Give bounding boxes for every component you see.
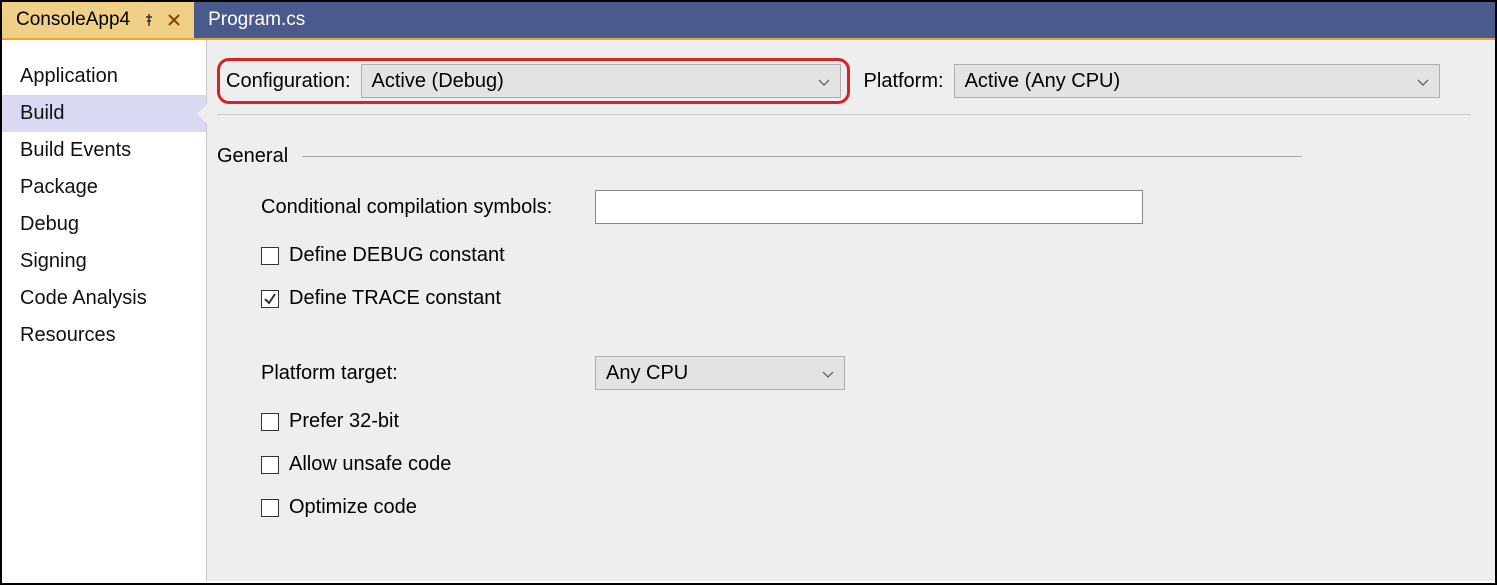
sidebar-item-label: Code Analysis xyxy=(20,287,147,309)
config-row: Configuration: Active (Debug) Platform: … xyxy=(217,58,1471,104)
optimize-label: Optimize code xyxy=(289,496,417,519)
content-pane: Configuration: Active (Debug) Platform: … xyxy=(207,40,1495,581)
configuration-label: Configuration: xyxy=(226,70,351,93)
row-platform-target: Platform target: Any CPU xyxy=(261,356,1471,390)
platform-target-label: Platform target: xyxy=(261,362,581,385)
row-allow-unsafe: Allow unsafe code xyxy=(261,453,1471,476)
pin-icon[interactable] xyxy=(142,13,156,27)
platform-target-dropdown[interactable]: Any CPU xyxy=(595,356,845,390)
sidebar-item-resources[interactable]: Resources xyxy=(2,317,206,354)
chevron-down-icon xyxy=(1417,70,1429,93)
prefer-32bit-checkbox[interactable] xyxy=(261,413,279,431)
platform-dropdown[interactable]: Active (Any CPU) xyxy=(954,64,1440,98)
row-define-debug: Define DEBUG constant xyxy=(261,244,1471,267)
sidebar-item-debug[interactable]: Debug xyxy=(2,206,206,243)
allow-unsafe-label: Allow unsafe code xyxy=(289,453,451,476)
sidebar-item-label: Package xyxy=(20,176,98,198)
chevron-down-icon xyxy=(822,362,834,385)
row-prefer-32bit: Prefer 32-bit xyxy=(261,410,1471,433)
platform-value: Active (Any CPU) xyxy=(965,70,1121,93)
optimize-checkbox[interactable] xyxy=(261,499,279,517)
allow-unsafe-checkbox[interactable] xyxy=(261,456,279,474)
sidebar-item-application[interactable]: Application xyxy=(2,58,206,95)
section-header-general: General xyxy=(217,145,1471,168)
sidebar-item-label: Debug xyxy=(20,213,79,235)
platform-group: Platform: Active (Any CPU) xyxy=(864,64,1440,98)
sidebar-item-signing[interactable]: Signing xyxy=(2,243,206,280)
sidebar-item-package[interactable]: Package xyxy=(2,169,206,206)
platform-label: Platform: xyxy=(864,70,944,93)
sidebar-item-label: Build xyxy=(20,102,64,124)
tab-strip: ConsoleApp4 Program.cs xyxy=(2,2,1495,40)
chevron-down-icon xyxy=(818,70,830,93)
sidebar: Application Build Build Events Package D… xyxy=(2,40,207,581)
sidebar-item-build-events[interactable]: Build Events xyxy=(2,132,206,169)
conditional-symbols-input[interactable] xyxy=(595,190,1143,224)
define-trace-checkbox[interactable] xyxy=(261,290,279,308)
sidebar-item-label: Build Events xyxy=(20,139,131,161)
configuration-value: Active (Debug) xyxy=(372,70,504,93)
workarea: Application Build Build Events Package D… xyxy=(2,40,1495,581)
divider xyxy=(217,114,1471,115)
tab-label: Program.cs xyxy=(208,9,305,31)
section-line xyxy=(302,156,1302,157)
row-optimize: Optimize code xyxy=(261,496,1471,519)
configuration-group: Configuration: Active (Debug) xyxy=(217,58,850,104)
platform-target-value: Any CPU xyxy=(606,362,688,385)
prefer-32bit-label: Prefer 32-bit xyxy=(289,410,399,433)
row-define-trace: Define TRACE constant xyxy=(261,287,1471,310)
define-trace-label: Define TRACE constant xyxy=(289,287,501,310)
configuration-dropdown[interactable]: Active (Debug) xyxy=(361,64,841,98)
sidebar-item-label: Signing xyxy=(20,250,87,272)
tab-consoleapp4[interactable]: ConsoleApp4 xyxy=(2,2,194,38)
conditional-symbols-label: Conditional compilation symbols: xyxy=(261,196,581,219)
tab-label: ConsoleApp4 xyxy=(16,9,130,31)
close-icon[interactable] xyxy=(168,14,180,26)
form-general: Conditional compilation symbols: Define … xyxy=(217,190,1471,519)
define-debug-label: Define DEBUG constant xyxy=(289,244,505,267)
sidebar-item-label: Application xyxy=(20,65,118,87)
sidebar-item-code-analysis[interactable]: Code Analysis xyxy=(2,280,206,317)
row-conditional-symbols: Conditional compilation symbols: xyxy=(261,190,1471,224)
section-title: General xyxy=(217,145,288,168)
sidebar-item-label: Resources xyxy=(20,324,116,346)
sidebar-item-build[interactable]: Build xyxy=(2,95,206,132)
define-debug-checkbox[interactable] xyxy=(261,247,279,265)
tab-program-cs[interactable]: Program.cs xyxy=(194,2,319,38)
